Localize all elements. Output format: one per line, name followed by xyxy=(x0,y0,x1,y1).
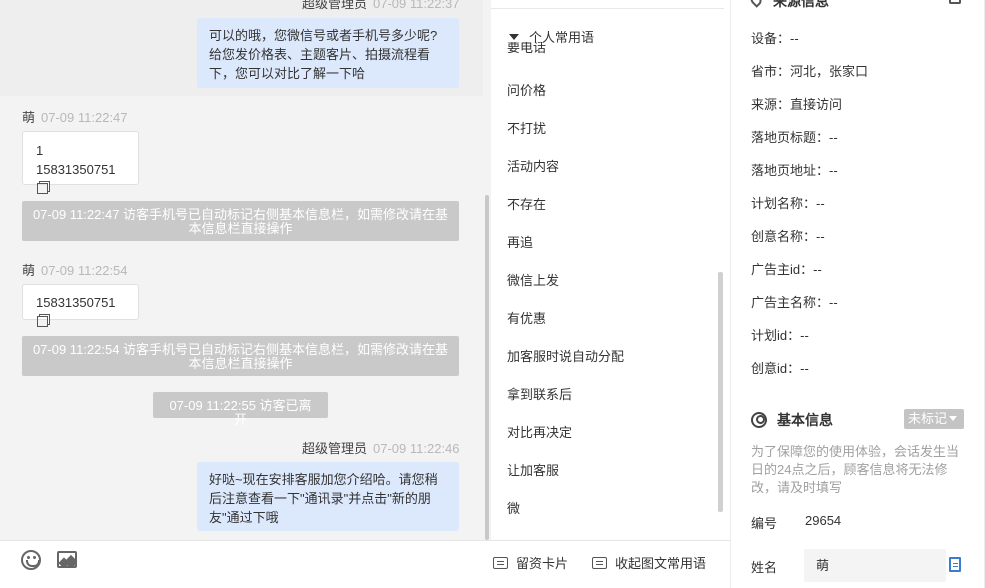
phrase-item[interactable]: 微信上发 xyxy=(507,270,559,289)
copy-icon[interactable] xyxy=(37,183,48,194)
info-source: 来源：直接访问 xyxy=(751,97,843,112)
name-label: 姓名 xyxy=(751,560,778,575)
location-icon xyxy=(748,0,764,8)
phone-number: 15831350751 xyxy=(36,295,116,310)
phrase-text: 让加客服 xyxy=(507,463,560,478)
triangle-down-icon xyxy=(509,34,519,40)
info-landing-url: 落地页地址：-- xyxy=(751,163,838,178)
phrase-text: 活动内容 xyxy=(507,159,560,174)
source-info-title: 来源信息 xyxy=(773,0,829,9)
edit-notice: 为了保障您的使用体验，会话发生当日的24点之后，顾客信息将无法修改，请及时填写 xyxy=(751,444,960,495)
sender-name: 超级管理员 xyxy=(302,0,368,11)
phrase-item[interactable]: 让加客服 xyxy=(507,460,559,479)
message-meta: 超级管理员 07-09 11:22:37 xyxy=(302,0,460,12)
message-text: 好哒~现在安排客服加您介绍哈。请您稍后注意查看一下"通讯录"并点击"新的朋友"通… xyxy=(209,472,438,525)
info-creative-name: 创意名称：-- xyxy=(751,229,825,244)
copy-icon[interactable] xyxy=(37,316,48,327)
phrase-item[interactable]: 再追 xyxy=(507,232,533,251)
message-time: 07-09 11:22:54 xyxy=(41,263,128,278)
info-plan-id: 计划id：-- xyxy=(751,328,809,343)
phrase-text: 微信上发 xyxy=(507,273,560,288)
phrase-text: 加客服时说自动分配 xyxy=(507,349,625,364)
chat-scrollbar-thumb[interactable] xyxy=(485,195,489,540)
phrase-text: 对比再决定 xyxy=(507,425,573,440)
id-value: 29654 xyxy=(805,513,842,528)
message-meta: 超级管理员 07-09 11:22:46 xyxy=(302,438,460,457)
phrase-text: 拿到联系后 xyxy=(507,387,573,402)
divider xyxy=(491,8,724,9)
source-info-header: 来源信息 xyxy=(748,0,829,11)
agent-message-bubble: 可以的哦，您微信号或者手机号多少呢?给您发价格表、主题客片、拍摄流程看下，您可以… xyxy=(197,18,459,88)
tag-label: 未标记 xyxy=(908,411,948,426)
basic-info-title: 基本信息 xyxy=(777,412,833,428)
system-notice: 07-09 11:22:47 访客手机号已自动标记右侧基本信息栏，如需修改请在基… xyxy=(22,201,459,241)
phrase-text: 不存在 xyxy=(507,197,547,212)
phone-number: 15831350751 xyxy=(36,162,116,177)
info-creative-id: 创意id：-- xyxy=(751,361,809,376)
name-field[interactable]: 萌 xyxy=(804,549,946,582)
sender-name: 超级管理员 xyxy=(302,441,368,456)
phrase-text: 再追 xyxy=(507,235,534,250)
info-advertiser-name: 广告主名称：-- xyxy=(751,295,838,310)
info-advertiser-id: 广告主id：-- xyxy=(751,262,822,277)
sender-name: 萌 xyxy=(22,263,36,278)
caret-down-icon xyxy=(949,416,958,421)
system-notice: 07-09 11:22:54 访客手机号已自动标记右侧基本信息栏，如需修改请在基… xyxy=(22,336,459,376)
phrase-text: 不打扰 xyxy=(507,121,547,136)
phrase-item[interactable]: 不存在 xyxy=(507,194,546,213)
system-notice-text: 07-09 11:22:47 访客手机号已自动标记右侧基本信息栏，如需修改请在基… xyxy=(32,207,449,236)
lead-card-label: 留资卡片 xyxy=(516,556,569,571)
system-notice: 07-09 11:22:55 访客已离开 xyxy=(153,392,328,427)
collapse-phrases-label: 收起图文常用语 xyxy=(615,556,707,571)
phrase-item[interactable]: 问价格 xyxy=(507,80,546,99)
phrase-item[interactable]: 微 xyxy=(507,498,520,517)
info-landing-title: 落地页标题：-- xyxy=(751,130,838,145)
system-notice-text: 07-09 11:22:54 访客手机号已自动标记右侧基本信息栏，如需修改请在基… xyxy=(32,342,449,371)
info-province: 省市：河北，张家口 xyxy=(751,64,869,79)
phrases-scrollbar[interactable] xyxy=(718,272,723,512)
message-time: 07-09 11:22:46 xyxy=(373,441,460,456)
info-device: 设备：-- xyxy=(751,31,799,46)
message-meta: 萌 07-09 11:22:47 xyxy=(22,107,128,126)
system-notice-text: 07-09 11:22:55 访客已离开 xyxy=(169,398,312,427)
lead-card-button[interactable]: 留资卡片 xyxy=(493,553,568,572)
picture-icon[interactable] xyxy=(57,551,77,568)
message-text: 1 xyxy=(36,143,44,158)
card-icon xyxy=(493,557,508,569)
collapse-phrases-button[interactable]: 收起图文常用语 xyxy=(592,553,706,572)
info-plan-name: 计划名称：-- xyxy=(751,196,825,211)
id-label: 编号 xyxy=(751,516,778,531)
phrase-item[interactable]: 不打扰 xyxy=(507,118,546,137)
chat-panel: 超级管理员 07-09 11:22:37 可以的哦，您微信号或者手机号多少呢?给您… xyxy=(0,0,483,540)
phrase-item[interactable]: 对比再决定 xyxy=(507,422,572,441)
phrase-item[interactable]: 加客服时说自动分配 xyxy=(507,346,624,365)
sender-name: 萌 xyxy=(22,110,36,125)
phrases-icon xyxy=(592,557,607,569)
user-icon xyxy=(751,412,767,428)
phrase-item[interactable]: 有优惠 xyxy=(507,308,546,327)
phrase-item[interactable]: 要电话 xyxy=(507,42,546,56)
message-time: 07-09 11:22:47 xyxy=(41,110,128,125)
message-text: 可以的哦，您微信号或者手机号多少呢?给您发价格表、主题客片、拍摄流程看下，您可以… xyxy=(209,28,438,81)
basic-info-header: 基本信息 xyxy=(751,409,833,430)
phrase-text: 要电话 xyxy=(507,42,547,55)
document-icon[interactable] xyxy=(949,557,961,572)
phrase-text: 有优惠 xyxy=(507,311,547,326)
phrase-item[interactable]: 活动内容 xyxy=(507,156,559,175)
visitor-message-bubble: 15831350751 xyxy=(22,284,139,327)
visitor-message-bubble: 1 15831350751 xyxy=(22,131,139,194)
phrase-text: 微 xyxy=(507,501,521,516)
agent-message-bubble: 好哒~现在安排客服加您介绍哈。请您稍后注意查看一下"通讯录"并点击"新的朋友"通… xyxy=(197,462,459,531)
message-meta: 萌 07-09 11:22:54 xyxy=(22,260,128,279)
edit-icon[interactable] xyxy=(949,0,961,4)
chat-scrollbar[interactable] xyxy=(483,0,491,540)
name-value: 萌 xyxy=(816,558,830,573)
tag-dropdown[interactable]: 未标记 xyxy=(904,409,964,429)
emoji-icon[interactable] xyxy=(21,550,41,570)
phrase-item[interactable]: 拿到联系后 xyxy=(507,384,572,403)
phrase-text: 问价格 xyxy=(507,83,547,98)
message-time: 07-09 11:22:37 xyxy=(373,0,460,11)
